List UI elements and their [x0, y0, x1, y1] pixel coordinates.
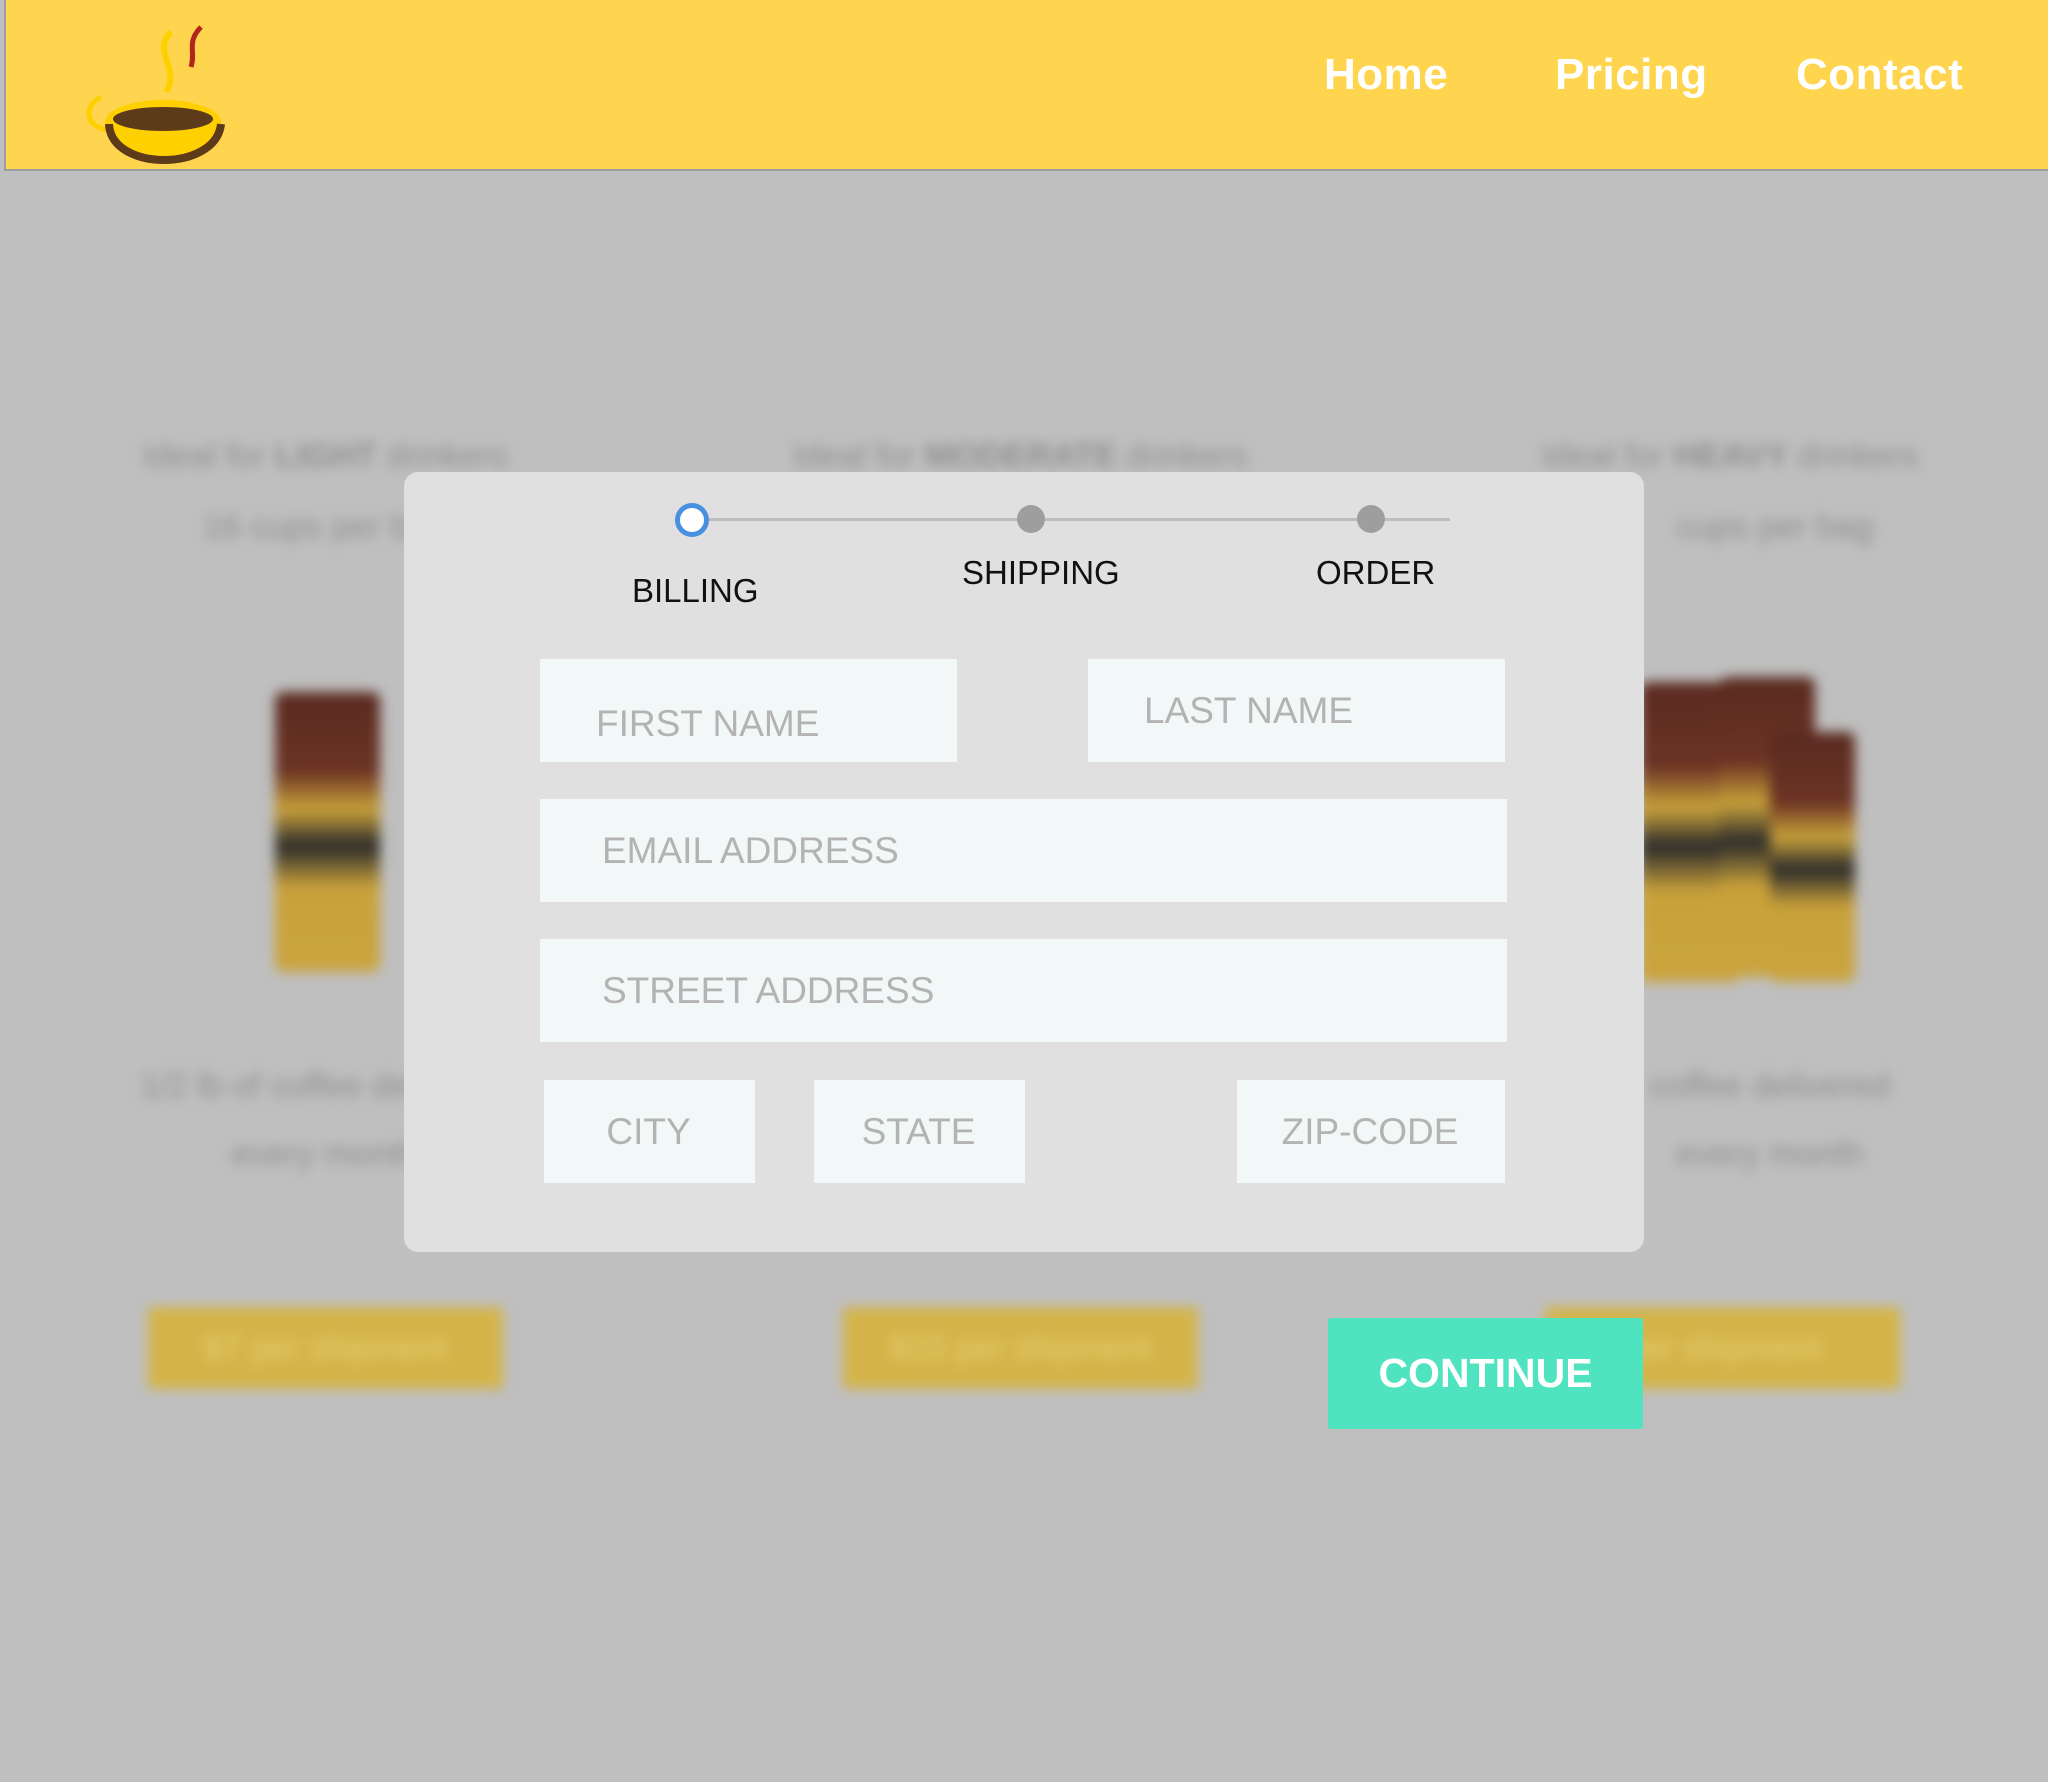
last-name-field[interactable]: [1088, 659, 1505, 762]
header-bar: Home Pricing Contact: [4, 0, 2048, 171]
city-field[interactable]: [544, 1080, 755, 1183]
plan-heavy-title: Ideal for HEAVY drinkers: [1541, 437, 1919, 475]
continue-button[interactable]: CONTINUE: [1328, 1318, 1643, 1429]
zip-code-field[interactable]: [1237, 1080, 1505, 1183]
step-billing-dot[interactable]: [675, 503, 709, 537]
plan-moderate-title: Ideal for MODERATE drinkers: [792, 437, 1248, 475]
first-name-field[interactable]: [540, 659, 957, 762]
coffee-cup-logo-icon[interactable]: [81, 22, 231, 177]
coffee-bag-image: [1770, 732, 1855, 982]
plan-moderate-price-button[interactable]: $15 per shipment: [843, 1307, 1198, 1389]
stepper-track: [690, 518, 1450, 521]
state-field[interactable]: [814, 1080, 1025, 1183]
billing-modal: BILLING SHIPPING ORDER: [404, 472, 1644, 1252]
step-billing-label: BILLING: [632, 572, 759, 609]
plan-light-title: Ideal for LIGHT drinkers: [142, 437, 508, 475]
street-address-field[interactable]: [540, 939, 1507, 1042]
step-order-label: ORDER: [1316, 554, 1436, 591]
plan-light-price-button[interactable]: $7 per shipment: [148, 1307, 503, 1389]
page: Home Pricing Contact Ideal for LIGHT dri…: [0, 0, 2048, 1782]
nav-home-link[interactable]: Home: [1324, 50, 1448, 100]
nav-pricing-link[interactable]: Pricing: [1555, 50, 1708, 100]
step-order-dot[interactable]: [1357, 505, 1385, 533]
step-shipping-dot[interactable]: [1017, 505, 1045, 533]
email-field[interactable]: [540, 799, 1507, 902]
plan-heavy-desc: coffee delivered every month: [1650, 1067, 1890, 1173]
nav-contact-link[interactable]: Contact: [1796, 50, 1963, 100]
plan-moderate: Ideal for MODERATE drinkers: [770, 437, 1270, 476]
step-shipping-label: SHIPPING: [962, 554, 1120, 591]
coffee-bag-image: [275, 692, 380, 972]
